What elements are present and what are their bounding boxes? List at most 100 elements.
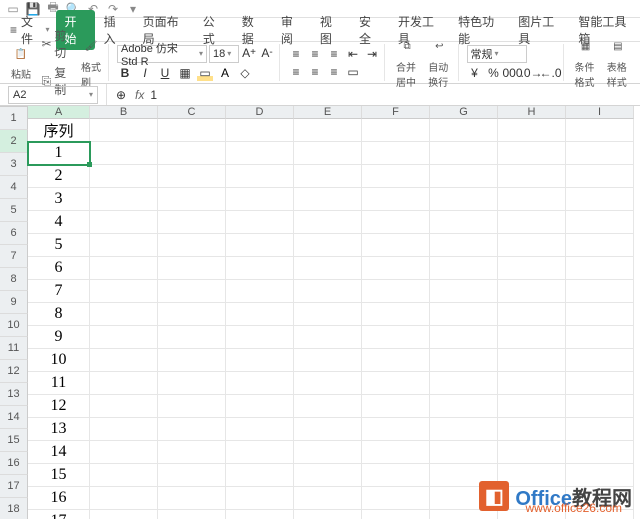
increase-font-button[interactable]: A+ xyxy=(241,45,257,61)
cell-A4[interactable]: 3 xyxy=(28,188,90,211)
cell-I8[interactable] xyxy=(566,280,634,303)
cell-B6[interactable] xyxy=(90,234,158,257)
cell-D7[interactable] xyxy=(226,257,294,280)
cell-I12[interactable] xyxy=(566,372,634,395)
cell-A7[interactable]: 6 xyxy=(28,257,90,280)
cell-C17[interactable] xyxy=(158,487,226,510)
cell-B3[interactable] xyxy=(90,165,158,188)
cell-E13[interactable] xyxy=(294,395,362,418)
cell-A16[interactable]: 15 xyxy=(28,464,90,487)
cell-B9[interactable] xyxy=(90,303,158,326)
cell-B1[interactable] xyxy=(90,119,158,142)
row-header-3[interactable]: 3 xyxy=(0,153,28,176)
cell-C2[interactable] xyxy=(158,142,226,165)
row-header-5[interactable]: 5 xyxy=(0,199,28,222)
cell-A10[interactable]: 9 xyxy=(28,326,90,349)
align-left-button[interactable]: ≡ xyxy=(288,64,304,80)
row-header-12[interactable]: 12 xyxy=(0,360,28,383)
cell-I4[interactable] xyxy=(566,188,634,211)
cell-C14[interactable] xyxy=(158,418,226,441)
cell-C5[interactable] xyxy=(158,211,226,234)
cell-A1[interactable]: 序列 xyxy=(28,119,90,142)
font-color-button[interactable]: A xyxy=(217,65,233,81)
cell-I5[interactable] xyxy=(566,211,634,234)
cell-D11[interactable] xyxy=(226,349,294,372)
cell-I9[interactable] xyxy=(566,303,634,326)
cut-button[interactable]: ✂ 剪切 xyxy=(38,26,74,62)
row-header-11[interactable]: 11 xyxy=(0,337,28,360)
cell-A2[interactable]: 1 xyxy=(28,142,90,165)
cell-G8[interactable] xyxy=(430,280,498,303)
font-size-select[interactable]: 18▾ xyxy=(209,45,239,63)
font-name-select[interactable]: Adobe 仿宋 Std R▾ xyxy=(117,45,207,63)
cell-G6[interactable] xyxy=(430,234,498,257)
cell-H9[interactable] xyxy=(498,303,566,326)
number-format-select[interactable]: 常规▾ xyxy=(467,45,527,63)
cell-F18[interactable] xyxy=(362,510,430,519)
cell-C9[interactable] xyxy=(158,303,226,326)
percent-button[interactable]: % xyxy=(486,65,502,81)
cell-I7[interactable] xyxy=(566,257,634,280)
cell-D9[interactable] xyxy=(226,303,294,326)
cell-E16[interactable] xyxy=(294,464,362,487)
cell-D10[interactable] xyxy=(226,326,294,349)
formula-input[interactable]: 1 xyxy=(150,88,157,102)
cell-G2[interactable] xyxy=(430,142,498,165)
cell-B5[interactable] xyxy=(90,211,158,234)
cell-E11[interactable] xyxy=(294,349,362,372)
cell-H8[interactable] xyxy=(498,280,566,303)
cell-D13[interactable] xyxy=(226,395,294,418)
cell-H7[interactable] xyxy=(498,257,566,280)
cell-I15[interactable] xyxy=(566,441,634,464)
cell-A14[interactable]: 13 xyxy=(28,418,90,441)
cell-D17[interactable] xyxy=(226,487,294,510)
row-header-18[interactable]: 18 xyxy=(0,498,28,519)
fx-button[interactable]: ⊕ xyxy=(113,87,129,103)
cell-C11[interactable] xyxy=(158,349,226,372)
cell-I14[interactable] xyxy=(566,418,634,441)
cell-D12[interactable] xyxy=(226,372,294,395)
cell-H1[interactable] xyxy=(498,119,566,142)
cell-B16[interactable] xyxy=(90,464,158,487)
cell-I10[interactable] xyxy=(566,326,634,349)
indent-decrease-button[interactable]: ⇤ xyxy=(345,46,361,62)
cell-F10[interactable] xyxy=(362,326,430,349)
cell-C4[interactable] xyxy=(158,188,226,211)
row-header-6[interactable]: 6 xyxy=(0,222,28,245)
cell-D2[interactable] xyxy=(226,142,294,165)
cell-G13[interactable] xyxy=(430,395,498,418)
cell-H2[interactable] xyxy=(498,142,566,165)
cell-H6[interactable] xyxy=(498,234,566,257)
cell-B13[interactable] xyxy=(90,395,158,418)
cell-C15[interactable] xyxy=(158,441,226,464)
cell-G9[interactable] xyxy=(430,303,498,326)
cell-H13[interactable] xyxy=(498,395,566,418)
comma-button[interactable]: 000 xyxy=(505,65,521,81)
col-header-A[interactable]: A xyxy=(28,106,90,119)
cell-D1[interactable] xyxy=(226,119,294,142)
cell-I3[interactable] xyxy=(566,165,634,188)
merge-align-button[interactable]: ▭ xyxy=(345,64,361,80)
align-center-button[interactable]: ≡ xyxy=(307,64,323,80)
cell-F1[interactable] xyxy=(362,119,430,142)
cell-G4[interactable] xyxy=(430,188,498,211)
paste-button[interactable]: 📋 粘贴 xyxy=(8,43,34,82)
cell-F15[interactable] xyxy=(362,441,430,464)
col-header-D[interactable]: D xyxy=(226,106,294,119)
format-painter-button[interactable]: 🖌 格式刷 xyxy=(78,36,104,90)
row-header-7[interactable]: 7 xyxy=(0,245,28,268)
table-style-button[interactable]: ▤ 表格样式 xyxy=(604,36,632,90)
cell-G5[interactable] xyxy=(430,211,498,234)
cell-E5[interactable] xyxy=(294,211,362,234)
cell-F14[interactable] xyxy=(362,418,430,441)
cell-G1[interactable] xyxy=(430,119,498,142)
cell-C3[interactable] xyxy=(158,165,226,188)
cell-F6[interactable] xyxy=(362,234,430,257)
cell-B15[interactable] xyxy=(90,441,158,464)
cell-D4[interactable] xyxy=(226,188,294,211)
cell-A5[interactable]: 4 xyxy=(28,211,90,234)
cell-E10[interactable] xyxy=(294,326,362,349)
col-header-B[interactable]: B xyxy=(90,106,158,119)
cell-A8[interactable]: 7 xyxy=(28,280,90,303)
cell-C10[interactable] xyxy=(158,326,226,349)
